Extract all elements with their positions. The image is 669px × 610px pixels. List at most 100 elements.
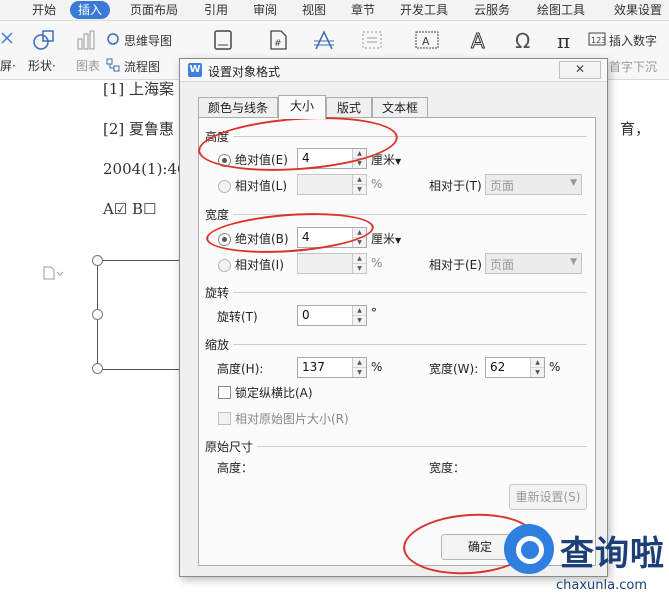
width-relative-to-select[interactable]: 页面 ▼ — [485, 253, 582, 274]
shape-button[interactable]: 形状· — [28, 57, 56, 74]
scale-width-stepper[interactable]: ▲ ▼ — [530, 358, 544, 377]
chart-icon[interactable] — [76, 29, 98, 51]
close-icon: ✕ — [574, 62, 586, 76]
tab-colors-lines[interactable]: 颜色与线条 — [198, 97, 278, 118]
scale-group-title: 缩放 — [205, 338, 230, 352]
search-logo-icon — [504, 524, 554, 574]
group-divider — [233, 344, 587, 345]
mindmap-button[interactable]: 思维导图 — [124, 32, 172, 49]
drop-cap-button[interactable]: 首字下沉 — [609, 58, 657, 75]
tab-page-layout[interactable]: 页面布局 — [130, 1, 178, 19]
scale-height-input[interactable]: 137 ▲ ▼ — [297, 357, 367, 378]
rotation-input[interactable]: 0 ▲ ▼ — [297, 305, 367, 326]
page-number-icon[interactable]: # — [268, 29, 288, 51]
scale-height-stepper[interactable]: ▲ ▼ — [352, 358, 366, 377]
svg-text:Ω: Ω — [515, 29, 530, 51]
wordart-box-icon[interactable]: A — [414, 29, 440, 51]
width-unit-dropdown[interactable]: 厘米▼ — [371, 230, 401, 247]
chevron-down-icon: ▼ — [570, 178, 577, 188]
crop-icon[interactable] — [0, 31, 14, 45]
group-divider — [257, 446, 587, 447]
tab-references[interactable]: 引用 — [204, 1, 228, 19]
rotation-stepper[interactable]: ▲ ▼ — [352, 306, 366, 325]
reference-1: [1] 上海案 — [103, 80, 175, 98]
resize-handle-top-left[interactable] — [92, 255, 103, 266]
chart-button[interactable]: 图表 — [76, 57, 100, 74]
tab-insert[interactable]: 插入 — [70, 1, 111, 19]
relative-original-checkbox[interactable] — [218, 412, 231, 425]
watermark-en: chaxunla.com — [556, 578, 647, 593]
tab-home[interactable]: 开始 — [32, 1, 56, 19]
height-relative-to-label: 相对于(T) — [429, 179, 482, 193]
flowchart-button[interactable]: 流程图 — [124, 58, 160, 75]
truncated-item-label[interactable]: 屏· — [0, 57, 16, 74]
watermark-icon[interactable] — [312, 29, 336, 51]
svg-text:A: A — [422, 35, 430, 48]
tab-textbox[interactable]: 文本框 — [372, 97, 428, 118]
shape-icon[interactable] — [32, 29, 56, 51]
tab-effects[interactable]: 效果设置 — [614, 1, 662, 19]
flowchart-icon[interactable] — [106, 58, 120, 72]
chevron-down-icon: ▼ — [395, 157, 402, 166]
reference-2-line2: 2004(1):46 — [103, 160, 187, 178]
height-relative-radio[interactable] — [218, 180, 231, 193]
tab-layout[interactable]: 版式 — [326, 97, 372, 118]
original-height-label: 高度： — [217, 461, 254, 475]
height-relative-to-select[interactable]: 页面 ▼ — [485, 174, 582, 195]
rotation-value: 0 — [302, 308, 310, 322]
tab-developer[interactable]: 开发工具 — [400, 1, 448, 19]
width-relative-unit: % — [371, 256, 383, 270]
scale-width-input[interactable]: 62 ▲ ▼ — [485, 357, 545, 378]
close-button[interactable]: ✕ — [559, 61, 601, 79]
height-relative-input[interactable]: ▲ ▼ — [297, 174, 367, 195]
insert-number-icon[interactable]: 123 — [588, 32, 606, 46]
svg-text:A: A — [471, 29, 485, 51]
checkbox-line: A☑ B☐ — [103, 200, 157, 218]
rotation-label: 旋转(T) — [217, 310, 258, 324]
height-relative-stepper[interactable]: ▲ ▼ — [352, 175, 366, 194]
watermark-logo: 查询啦 chaxunla.com — [494, 520, 669, 610]
relative-original-label: 相对原始图片大小(R) — [235, 412, 349, 426]
formula-icon[interactable]: π — [554, 29, 578, 51]
insert-number-button[interactable]: 插入数字 — [609, 32, 657, 49]
height-relative-unit: % — [371, 177, 383, 191]
reference-2-start: [2] 夏鲁惠 — [103, 120, 175, 138]
width-group-title: 宽度 — [205, 208, 230, 222]
watermark-cn: 查询啦 — [560, 534, 665, 574]
tab-cloud[interactable]: 云服务 — [474, 1, 510, 19]
tab-review[interactable]: 审阅 — [253, 1, 277, 19]
dialog-titlebar[interactable]: W 设置对象格式 ✕ — [180, 59, 607, 82]
tab-view[interactable]: 视图 — [302, 1, 326, 19]
width-unit-label: 厘米 — [371, 232, 396, 246]
tab-drawing-tools[interactable]: 绘图工具 — [537, 1, 585, 19]
svg-text:123: 123 — [591, 36, 606, 45]
height-relative-label: 相对值(L) — [235, 179, 288, 193]
symbol-icon[interactable]: Ω — [512, 29, 536, 51]
tab-chapter[interactable]: 章节 — [351, 1, 375, 19]
scale-height-value: 137 — [302, 360, 325, 374]
chevron-down-icon: ▼ — [395, 236, 402, 245]
lock-aspect-checkbox[interactable] — [218, 386, 231, 399]
menu-bar: 开始 插入 页面布局 引用 审阅 视图 章节 开发工具 云服务 绘图工具 效果设… — [0, 0, 669, 21]
reset-button[interactable]: 重新设置(S) — [509, 484, 587, 510]
scale-width-label: 宽度(W): — [429, 362, 479, 376]
wps-logo-icon: W — [188, 63, 202, 77]
width-relative-stepper[interactable]: ▲ ▼ — [352, 254, 366, 273]
width-relative-input[interactable]: ▲ ▼ — [297, 253, 367, 274]
height-relative-to-value: 页面 — [490, 179, 515, 193]
mindmap-icon[interactable] — [106, 32, 120, 46]
rotation-group-title: 旋转 — [205, 286, 230, 300]
wordart-icon[interactable]: A — [468, 29, 492, 51]
scale-width-value: 62 — [490, 360, 506, 374]
tab-size[interactable]: 大小 — [278, 95, 326, 119]
page-layout-icon[interactable] — [42, 266, 64, 280]
group-divider — [233, 292, 587, 293]
resize-handle-middle-left[interactable] — [92, 309, 103, 320]
width-relative-to-value: 页面 — [490, 258, 515, 272]
resize-handle-bottom-left[interactable] — [92, 363, 103, 374]
textbox-icon[interactable] — [213, 29, 233, 51]
width-relative-label: 相对值(I) — [235, 258, 284, 272]
scale-height-label: 高度(H): — [217, 362, 264, 376]
object-icon[interactable] — [360, 29, 384, 51]
width-relative-radio[interactable] — [218, 259, 231, 272]
